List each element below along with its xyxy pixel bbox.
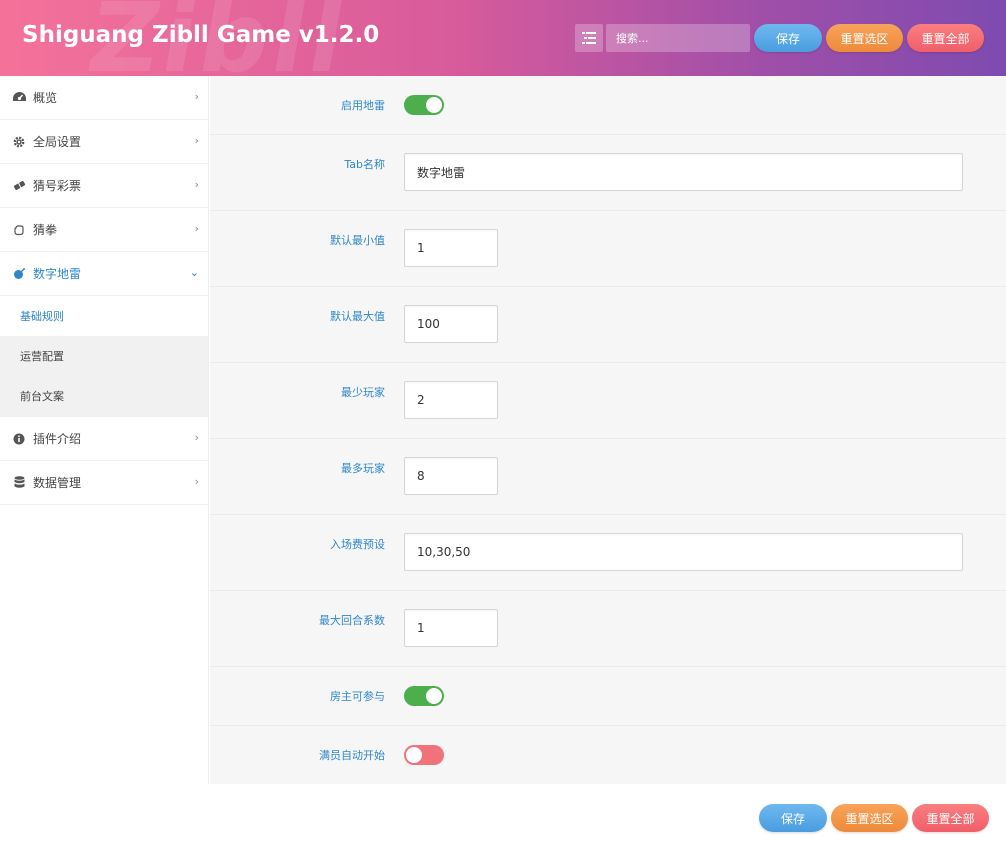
settings-form: 启用地雷 Tab名称 数字地雷 默认最小值 1 默认最大值 100 最少玩家 2… [210, 76, 1006, 784]
toggle-knob [426, 97, 442, 113]
list-icon [582, 32, 596, 44]
sidebar-item-plugin-intro[interactable]: 插件介绍 › [0, 417, 208, 461]
ticket-icon [12, 179, 26, 193]
default-min-input[interactable]: 1 [404, 229, 498, 267]
header-reset-all-button[interactable]: 重置全部 [907, 24, 984, 52]
footer-reset-section-button[interactable]: 重置选区 [831, 804, 908, 832]
footer-reset-all-button[interactable]: 重置全部 [912, 804, 989, 832]
chevron-right-icon: › [194, 90, 199, 103]
gear-icon [12, 135, 26, 149]
chevron-right-icon: › [194, 475, 199, 488]
field-label: 入场费预设 [330, 538, 385, 551]
chevron-right-icon: › [194, 431, 199, 444]
sidebar-nav: 概览 › 全局设置 › 猜号彩票 › 猜拳 › 数字地雷 ⌄ 基础规则 运营配置… [0, 76, 209, 784]
sidebar-item-label: 猜拳 [33, 223, 58, 237]
tab-name-input[interactable]: 数字地雷 [404, 153, 963, 191]
toggle-knob [406, 747, 422, 763]
search-input[interactable]: 搜索... [606, 24, 750, 52]
sidebar-item-label: 数据管理 [33, 476, 82, 490]
footer-actions: 保存 重置选区 重置全部 [755, 804, 989, 832]
sidebar-subitem-frontend-copy[interactable]: 前台文案 [0, 376, 208, 416]
sidebar-item-overview[interactable]: 概览 › [0, 76, 208, 120]
bomb-icon [12, 267, 26, 281]
field-label: 启用地雷 [341, 99, 385, 112]
chevron-down-icon: ⌄ [189, 266, 199, 279]
chevron-right-icon: › [194, 134, 199, 147]
entry-fee-input[interactable]: 10,30,50 [404, 533, 963, 571]
field-auto-start: 满员自动开始 [210, 726, 1006, 784]
field-label: 默认最小值 [330, 234, 385, 247]
dashboard-icon [12, 91, 26, 105]
footer-save-button[interactable]: 保存 [759, 804, 827, 832]
expand-all-button[interactable] [575, 24, 603, 52]
sidebar-item-data-management[interactable]: 数据管理 › [0, 461, 208, 505]
sidebar-subitem-operation-config[interactable]: 运营配置 [0, 336, 208, 376]
hand-icon [12, 223, 26, 237]
sidebar-item-label: 猜号彩票 [33, 179, 82, 193]
enable-mines-toggle[interactable] [404, 95, 444, 115]
field-label: 最多玩家 [341, 462, 385, 475]
default-max-input[interactable]: 100 [404, 305, 498, 343]
field-default-max: 默认最大值 100 [210, 287, 1006, 363]
sidebar-item-label: 概览 [33, 91, 58, 105]
field-tab-name: Tab名称 数字地雷 [210, 135, 1006, 211]
field-max-round-factor: 最大回合系数 1 [210, 591, 1006, 667]
max-players-input[interactable]: 8 [404, 457, 498, 495]
field-entry-fee: 入场费预设 10,30,50 [210, 515, 1006, 591]
sidebar-submenu: 基础规则 运营配置 前台文案 [0, 296, 208, 417]
auto-start-toggle[interactable] [404, 745, 444, 765]
field-max-players: 最多玩家 8 [210, 439, 1006, 515]
header: Zibll Shiguang Zibll Game v1.2.0 搜索... 保… [0, 0, 1006, 76]
chevron-right-icon: › [194, 178, 199, 191]
sidebar-item-global-settings[interactable]: 全局设置 › [0, 120, 208, 164]
field-label: 最大回合系数 [319, 614, 385, 627]
app-title: Shiguang Zibll Game v1.2.0 [22, 22, 380, 48]
info-icon [12, 432, 26, 446]
field-label: 最少玩家 [341, 386, 385, 399]
database-icon [12, 476, 26, 490]
sidebar-item-lottery[interactable]: 猜号彩票 › [0, 164, 208, 208]
sidebar-item-number-mines[interactable]: 数字地雷 ⌄ [0, 252, 208, 296]
footer-bar: 保存 重置选区 重置全部 [0, 784, 1006, 849]
field-label: 满员自动开始 [319, 749, 385, 762]
field-default-min: 默认最小值 1 [210, 211, 1006, 287]
header-toolbar: 搜索... 保存 重置选区 重置全部 [575, 24, 984, 52]
sidebar-item-label: 插件介绍 [33, 432, 82, 446]
max-round-factor-input[interactable]: 1 [404, 609, 498, 647]
toggle-knob [426, 688, 442, 704]
sidebar-item-label: 全局设置 [33, 135, 82, 149]
sidebar-item-rock-paper-scissors[interactable]: 猜拳 › [0, 208, 208, 252]
chevron-right-icon: › [194, 222, 199, 235]
field-host-join: 房主可参与 [210, 667, 1006, 726]
sidebar-subitem-basic-rules[interactable]: 基础规则 [0, 296, 208, 336]
host-join-toggle[interactable] [404, 686, 444, 706]
header-save-button[interactable]: 保存 [754, 24, 822, 52]
field-enable-mines: 启用地雷 [210, 76, 1006, 135]
field-label: Tab名称 [344, 158, 385, 171]
sidebar-item-label: 数字地雷 [33, 267, 82, 281]
header-reset-section-button[interactable]: 重置选区 [826, 24, 903, 52]
field-min-players: 最少玩家 2 [210, 363, 1006, 439]
min-players-input[interactable]: 2 [404, 381, 498, 419]
field-label: 默认最大值 [330, 310, 385, 323]
field-label: 房主可参与 [330, 690, 385, 703]
